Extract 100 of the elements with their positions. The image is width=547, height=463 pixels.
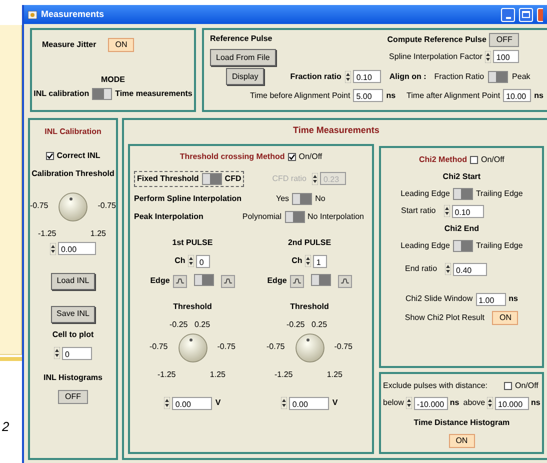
number-field[interactable]: -10.000 — [414, 396, 448, 410]
number-field[interactable]: 0 — [62, 346, 92, 360]
checkbox[interactable] — [470, 156, 478, 164]
field-label: Edge — [267, 275, 287, 287]
field-label: Fraction ratio — [290, 70, 342, 82]
field-label: Threshold — [290, 300, 329, 312]
number-field[interactable]: 100 — [493, 50, 520, 63]
checkbox-label: On/Off — [480, 154, 504, 166]
toggle-switch[interactable] — [284, 210, 305, 222]
switch-label: Polynomial — [242, 210, 282, 222]
switch-label: Leading Edge — [400, 188, 450, 200]
field-label: Time after Alignment Point — [406, 90, 500, 102]
spinner-icon[interactable] — [50, 242, 56, 254]
number-field[interactable]: 0.40 — [453, 262, 488, 276]
number-field[interactable]: 5.00 — [353, 89, 384, 102]
spinner-icon[interactable] — [406, 397, 412, 409]
spinner-icon[interactable] — [305, 255, 312, 267]
toggle-button[interactable]: OFF — [58, 390, 88, 404]
number-field[interactable]: 10.00 — [503, 89, 532, 102]
section-title: Time Distance Histogram — [414, 416, 510, 428]
toggle-button[interactable]: ON — [492, 310, 518, 324]
pulse-title: 1st PULSE — [172, 236, 213, 248]
spinner-icon[interactable] — [164, 397, 170, 409]
knob-scale-label: -0.75 — [217, 340, 236, 352]
spinner-icon[interactable] — [312, 172, 318, 184]
toggle-switch[interactable] — [452, 188, 473, 200]
field-label: Align on : — [389, 70, 426, 82]
number-field[interactable]: 0 — [196, 254, 210, 268]
window-title: Measurements — [41, 8, 106, 21]
knob-icon[interactable] — [176, 330, 210, 364]
number-field[interactable]: 0.00 — [172, 396, 212, 410]
spinner-icon[interactable] — [485, 50, 492, 62]
toggle-button[interactable]: ON — [108, 38, 134, 52]
field-label: Ch — [174, 255, 186, 267]
spinner-icon[interactable] — [188, 255, 194, 267]
spinner-icon[interactable] — [445, 263, 452, 275]
field-label: Time before Alignment Point — [250, 90, 350, 102]
number-field[interactable]: 1.00 — [476, 292, 506, 306]
minimize-button[interactable] — [501, 8, 515, 22]
checkbox[interactable] — [504, 382, 512, 390]
spinner-icon[interactable] — [54, 347, 60, 359]
falling-edge-button[interactable] — [338, 274, 352, 288]
switch-label: Time measurements — [115, 88, 192, 100]
knob-scale-label: -0.75 — [98, 200, 116, 212]
maximize-button[interactable] — [519, 8, 533, 22]
number-field[interactable]: 10.000 — [495, 396, 530, 410]
section-title: Chi2 Method — [418, 154, 467, 166]
field-label: Show Chi2 Plot Result — [404, 312, 484, 324]
toggle-switch[interactable] — [488, 70, 508, 82]
load-from-file-button[interactable]: Load From File — [210, 49, 276, 66]
toggle-button[interactable]: OFF — [489, 33, 520, 47]
number-field[interactable]: 0.00 — [289, 396, 330, 410]
spinner-icon[interactable] — [281, 397, 288, 409]
knob-scale-label: -1.25 — [38, 228, 56, 240]
number-field[interactable]: 0.00 — [58, 242, 96, 255]
switch-label: Trailing Edge — [476, 188, 523, 200]
knob-scale-label: -1.25 — [274, 368, 293, 380]
knob-scale-label: -0.75 — [150, 340, 168, 352]
rising-edge-button[interactable] — [172, 274, 187, 288]
toggle-switch[interactable] — [202, 172, 222, 184]
field-label: below — [383, 397, 404, 409]
pulse-icon — [340, 278, 349, 284]
knob-scale-label: -0.75 — [30, 200, 48, 212]
falling-edge-button[interactable] — [220, 274, 235, 288]
section-title: Chi2 Start — [442, 170, 481, 182]
save-inl-button[interactable]: Save INL — [50, 306, 96, 322]
number-field[interactable]: 1 — [313, 254, 328, 268]
spinner-icon[interactable] — [487, 397, 494, 409]
toggle-switch[interactable] — [310, 274, 331, 286]
field-label: Ch — [292, 255, 302, 267]
spinner-icon[interactable] — [345, 70, 352, 82]
knob-scale-label: -0.25 — [170, 318, 188, 330]
knob-scale-label: -0.75 — [334, 340, 352, 352]
load-inl-button[interactable]: Load INL — [50, 272, 96, 290]
toggle-switch[interactable] — [292, 192, 312, 204]
knob-scale-label: -0.75 — [266, 340, 285, 352]
switch-label: No Interpolation — [308, 210, 364, 222]
field-label: Measure Jitter — [42, 39, 96, 51]
display-button[interactable]: Display — [226, 68, 264, 85]
checkbox-label: On/Off — [514, 380, 538, 392]
field-label: Edge — [150, 275, 170, 287]
number-field[interactable]: 0.10 — [353, 70, 382, 83]
close-button[interactable] — [537, 8, 543, 22]
checkbox[interactable] — [288, 152, 296, 160]
spinner-icon[interactable] — [444, 205, 450, 217]
rising-edge-button[interactable] — [290, 274, 304, 288]
checkbox-label: On/Off — [298, 150, 322, 162]
toggle-switch[interactable] — [194, 274, 214, 286]
toggle-switch[interactable] — [452, 240, 473, 252]
knob-icon[interactable] — [292, 330, 326, 364]
field-label: Start ratio — [401, 205, 436, 217]
toggle-button[interactable]: ON — [448, 434, 475, 448]
number-field[interactable]: 0.10 — [452, 204, 484, 218]
window-icon — [28, 10, 37, 18]
knob-icon[interactable] — [56, 190, 90, 224]
knob-scale-label: 1.25 — [90, 228, 106, 240]
field-label: Spline Interpolation Factor — [389, 50, 482, 62]
field-label: above — [463, 397, 486, 409]
checkbox[interactable] — [46, 152, 54, 160]
toggle-switch[interactable] — [92, 88, 112, 100]
